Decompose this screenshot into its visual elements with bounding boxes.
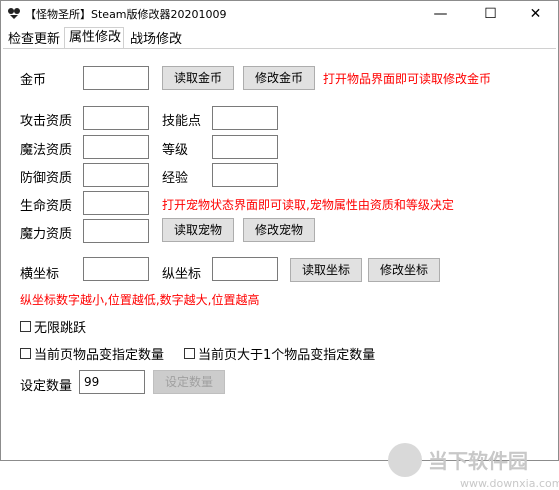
magic-input[interactable] bbox=[83, 135, 149, 159]
page-items-gt1-checkbox[interactable] bbox=[184, 348, 195, 359]
window-title: 【怪物圣所】Steam版修改器20201009 bbox=[25, 8, 227, 21]
y-coord-input[interactable] bbox=[212, 257, 278, 281]
tab-battle-modify[interactable]: 战场修改 bbox=[125, 29, 185, 49]
read-gold-button[interactable]: 读取金币 bbox=[162, 66, 234, 90]
skill-points-input[interactable] bbox=[212, 106, 278, 130]
x-coord-input[interactable] bbox=[83, 257, 149, 281]
level-input[interactable] bbox=[212, 135, 278, 159]
modify-gold-button[interactable]: 修改金币 bbox=[243, 66, 315, 90]
hp-label: 生命资质 bbox=[20, 199, 73, 214]
infinite-jump-label[interactable]: 无限跳跃 bbox=[34, 317, 86, 336]
watermark-url: www.downxia.com bbox=[460, 477, 559, 490]
defense-input[interactable] bbox=[83, 163, 149, 187]
read-pet-button[interactable]: 读取宠物 bbox=[162, 218, 234, 242]
x-coord-label: 横坐标 bbox=[20, 267, 60, 282]
hp-input[interactable] bbox=[83, 191, 149, 215]
exp-label: 经验 bbox=[162, 171, 189, 186]
app-window: 【怪物圣所】Steam版修改器20201009 — ☐ ✕ 检查更新 属性修改 … bbox=[0, 0, 559, 490]
gold-label: 金币 bbox=[20, 73, 47, 88]
title-bar: 【怪物圣所】Steam版修改器20201009 — ☐ ✕ bbox=[1, 1, 558, 27]
attack-label: 攻击资质 bbox=[20, 114, 73, 129]
set-quantity-button[interactable]: 设定数量 bbox=[153, 370, 225, 394]
y-coord-label: 纵坐标 bbox=[162, 267, 202, 282]
read-coord-button[interactable]: 读取坐标 bbox=[290, 258, 362, 282]
maximize-button[interactable]: ☐ bbox=[468, 1, 513, 27]
tab-bar: 检查更新 属性修改 战场修改 bbox=[1, 27, 558, 49]
page-items-qty-label[interactable]: 当前页物品变指定数量 bbox=[34, 344, 164, 363]
gold-hint: 打开物品界面即可读取修改金币 bbox=[323, 72, 492, 86]
defense-label: 防御资质 bbox=[20, 171, 73, 186]
gold-input[interactable] bbox=[83, 66, 149, 90]
pet-hint: 打开宠物状态界面即可读取,宠物属性由资质和等级决定 bbox=[162, 198, 454, 212]
modify-pet-button[interactable]: 修改宠物 bbox=[243, 218, 315, 242]
app-icon bbox=[8, 8, 20, 19]
coord-hint: 纵坐标数字越小,位置越低,数字越大,位置越高 bbox=[20, 293, 260, 307]
modify-coord-button[interactable]: 修改坐标 bbox=[368, 258, 440, 282]
infinite-jump-checkbox[interactable] bbox=[20, 321, 31, 332]
minimize-button[interactable]: — bbox=[418, 1, 463, 27]
skill-points-label: 技能点 bbox=[162, 114, 202, 129]
page-items-gt1-label[interactable]: 当前页大于1个物品变指定数量 bbox=[198, 344, 375, 363]
tab-check-update[interactable]: 检查更新 bbox=[3, 29, 63, 49]
watermark-icon bbox=[388, 443, 422, 477]
mana-label: 魔力资质 bbox=[20, 227, 73, 242]
close-button[interactable]: ✕ bbox=[513, 1, 558, 27]
level-label: 等级 bbox=[162, 143, 189, 158]
quantity-label: 设定数量 bbox=[20, 379, 73, 394]
quantity-input[interactable] bbox=[79, 370, 145, 394]
magic-label: 魔法资质 bbox=[20, 143, 73, 158]
tab-attribute-modify[interactable]: 属性修改 bbox=[64, 27, 124, 49]
mana-input[interactable] bbox=[83, 219, 149, 243]
page-items-qty-checkbox[interactable] bbox=[20, 348, 31, 359]
attack-input[interactable] bbox=[83, 106, 149, 130]
attribute-panel: 金币 读取金币 修改金币 打开物品界面即可读取修改金币 攻击资质 技能点 魔法资… bbox=[3, 48, 559, 490]
exp-input[interactable] bbox=[212, 163, 278, 187]
watermark-brand: 当下软件园 bbox=[428, 449, 528, 473]
